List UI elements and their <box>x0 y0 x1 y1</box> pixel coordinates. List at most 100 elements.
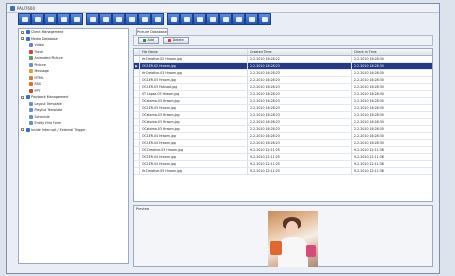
table-row[interactable]: OC1ER-04 Hraom.jpg 2-2-2010 16:28:23 2-2-2… <box>134 139 432 147</box>
add-button[interactable]: Add <box>138 37 160 44</box>
cell-checked: 9-2-2010 12:11:38 <box>354 161 384 166</box>
expand-toggle-icon[interactable]: − <box>21 37 25 41</box>
preview-bag-2 <box>306 245 316 257</box>
cell-created: 2-2-2010 16:28:23 <box>248 62 352 69</box>
toolbar-button-6[interactable] <box>86 13 99 25</box>
toolbar-icon <box>209 16 216 22</box>
expand-toggle-icon[interactable]: − <box>21 30 25 34</box>
animation-icon <box>29 56 33 61</box>
expand-toggle-icon[interactable]: − <box>21 128 25 132</box>
toolbar-button-7[interactable] <box>99 13 112 25</box>
table-row[interactable]: OC1ER-04 Hraom.jpg 9-2-2010 12:11:25 9-2-2… <box>134 153 432 161</box>
video-icon <box>29 43 33 48</box>
sidebar-item[interactable]: − Inside Interrupt / External Trigger <box>19 127 128 134</box>
toolbar-button-11[interactable] <box>151 13 164 25</box>
toolbar-button-16[interactable] <box>219 13 232 25</box>
table-row[interactable]: OCstoma-03 Hraom.jpg 2-2-2010 16:28:23 2-2… <box>134 111 432 119</box>
toolbar-button-14[interactable] <box>193 13 206 25</box>
cell-name: OC1ER-04 Hraom.jpg <box>140 139 248 146</box>
table-row[interactable]: OC1ER-03 Hraom.jpg 2-2-2010 16:28:23 2-2-2… <box>134 104 432 112</box>
table-row[interactable]: OCCreative-03 Hraom.jpg 9-2-2010 12:11:25… <box>134 146 432 154</box>
toolbar-button-3[interactable] <box>44 13 57 25</box>
toolbar-icon <box>141 16 148 22</box>
column-header-checked[interactable]: Check In Time <box>352 49 432 55</box>
table-row[interactable]: ▶ OC1ER-02 Hraom.jpg 2-2-2010 16:28:23 2-2-… <box>134 62 432 70</box>
cell-created: 2-2-2010 16:28:22 <box>248 55 352 62</box>
cell-created: 2-2-2010 16:28:23 <box>248 132 352 139</box>
flash-icon <box>29 49 33 54</box>
table-row[interactable]: ST Lapse-03 Hraom.jpg 2-2-2010 16:28:23 2-… <box>134 90 432 98</box>
toolbar-icon <box>102 16 109 22</box>
preview-image <box>268 211 318 267</box>
toolbar-icon <box>183 16 190 22</box>
cell-checked: 2-2-2010 16:28:30 <box>354 77 384 82</box>
cell-name: OC1ER-04 Hraom.jpg <box>140 153 248 160</box>
delete-button[interactable]: Delete <box>163 37 189 44</box>
cell-name: OC1ER-03 Hraom.jpg <box>140 104 248 111</box>
tab-picture-database[interactable]: Picture Database <box>136 28 168 35</box>
toolbar-button-8[interactable] <box>112 13 125 25</box>
toolbar-icon <box>170 16 177 22</box>
preview-panel: Preview <box>133 205 433 267</box>
monitor-icon <box>25 30 30 35</box>
toolbar-icon <box>34 16 41 22</box>
table-row[interactable]: HrCreative-02 Hraom.jpg 2-2-2010 16:28:22… <box>134 55 432 63</box>
table-row[interactable]: HrCreative-03 Hraom.jpg 2-2-2010 16:28:23… <box>134 69 432 77</box>
toolbar-button-5[interactable] <box>70 13 83 25</box>
cell-created: 2-2-2010 16:28:23 <box>248 104 352 111</box>
cell-checked: 2-2-2010 16:28:30 <box>354 133 384 138</box>
window-title: PAU7600 <box>17 5 35 11</box>
toolbar-button-4[interactable] <box>57 13 70 25</box>
toolbar-button-17[interactable] <box>232 13 245 25</box>
table-row[interactable]: HrCreative-05 Hraom.jpg 9-2-2010 12:11:25… <box>134 167 432 175</box>
toolbar-button-2[interactable] <box>31 13 44 25</box>
toolbar-icon <box>115 16 122 22</box>
column-header-name[interactable]: File Name <box>140 49 248 55</box>
toolbar-icon <box>222 16 229 22</box>
table-row[interactable]: OCstoma-03 Hraom.jpg 2-2-2010 16:28:23 2-2… <box>134 118 432 126</box>
toolbar-button-10[interactable] <box>138 13 151 25</box>
toolbar-icon <box>89 16 96 22</box>
toolbar-button-13[interactable] <box>180 13 193 25</box>
action-bar: Add Delete <box>133 35 433 46</box>
expand-toggle-icon[interactable]: − <box>21 95 25 99</box>
cell-created: 2-2-2010 16:28:23 <box>248 76 352 83</box>
toolbar-icon <box>21 16 28 22</box>
cell-checked: 2-2-2010 16:28:30 <box>354 91 384 96</box>
toolbar-button-18[interactable] <box>245 13 258 25</box>
title-bar: PAU7600 <box>7 4 439 13</box>
table-row[interactable]: OC1ER-03 Fallcoat.jpg 2-2-2010 16:28:23 2-… <box>134 83 432 91</box>
toolbar-icon <box>261 16 268 22</box>
trigger-icon <box>25 127 30 132</box>
cell-checked: 2-2-2010 16:28:30 <box>354 56 384 61</box>
column-header-created[interactable]: Created Time <box>248 49 352 55</box>
toolbar-button-15[interactable] <box>206 13 219 25</box>
cell-name: OC1ER-04 Hraom.jpg <box>140 132 248 139</box>
toolbar-button-9[interactable] <box>125 13 138 25</box>
table-row[interactable]: OCstoma-03 Hraom.jpg 2-2-2010 16:28:23 2-2… <box>134 125 432 133</box>
cell-name: OC1ER-03 Fallcoat.jpg <box>140 83 248 90</box>
schedule-icon <box>29 114 33 119</box>
cell-name: HrCreative-02 Hraom.jpg <box>140 55 248 62</box>
toolbar-icon <box>235 16 242 22</box>
toolbar-button-1[interactable] <box>18 13 31 25</box>
delete-icon <box>168 39 172 42</box>
toolbar-button-12[interactable] <box>167 13 180 25</box>
preview-shirt <box>278 237 308 267</box>
database-icon <box>25 36 30 41</box>
cell-checked: 9-2-2010 12:11:38 <box>354 147 384 152</box>
cell-checked: 2-2-2010 16:28:30 <box>354 140 384 145</box>
toolbar-button-19[interactable] <box>258 13 271 25</box>
cell-checked: 2-2-2010 16:28:30 <box>354 63 384 68</box>
table-row[interactable]: OCstoma-03 Hraom.jpg 2-2-2010 16:28:23 2-2… <box>134 97 432 105</box>
toolbar-icon <box>196 16 203 22</box>
table-body: HrCreative-02 Hraom.jpg 2-2-2010 16:28:22… <box>134 55 432 175</box>
table-row[interactable]: OC1ER-04 Hraom.jpg 9-2-2010 12:11:25 9-2-2… <box>134 160 432 168</box>
table-row[interactable]: OC1ER-04 Hraom.jpg 2-2-2010 16:28:23 2-2-2… <box>134 132 432 140</box>
main-panel: Picture Database Add Delete File Name Cr… <box>133 28 433 268</box>
table-row[interactable]: OC1ER-03 Hraom.jpg 2-2-2010 16:28:23 2-2-2… <box>134 76 432 84</box>
cell-created: 9-2-2010 12:11:25 <box>248 167 352 174</box>
sidebar-item-label: Inside Interrupt / External Trigger <box>31 127 86 132</box>
file-table: File Name Created Time Check In Time HrC… <box>133 48 433 202</box>
cell-name: OCstoma-03 Hraom.jpg <box>140 97 248 104</box>
